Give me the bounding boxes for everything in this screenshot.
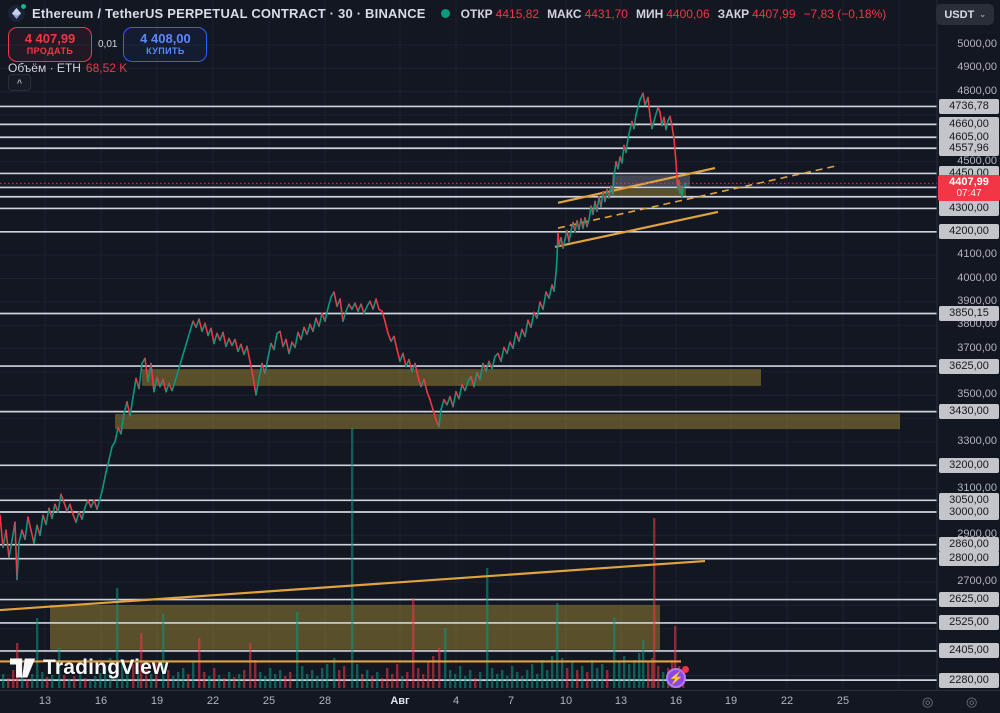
- time-tick-label: 22: [780, 695, 794, 707]
- close-label: ЗАКР: [717, 6, 750, 21]
- price-axis-target-icon[interactable]: ◎: [966, 694, 977, 710]
- tradingview-watermark[interactable]: TradingView: [10, 656, 169, 680]
- time-axis-target-icon[interactable]: ◎: [922, 694, 933, 710]
- price-gridline-label: 3300,00: [957, 434, 997, 447]
- spread-value: 0,01: [98, 39, 118, 50]
- buy-price: 4 408,00: [140, 31, 191, 47]
- symbol-title[interactable]: Ethereum / TetherUS PERPETUAL CONTRACT ·…: [32, 6, 426, 21]
- sell-button[interactable]: 4 407,99 ПРОДАТЬ: [8, 27, 92, 62]
- buy-button[interactable]: 4 408,00 КУПИТЬ: [123, 27, 208, 62]
- exchange-status-dot: [20, 3, 27, 10]
- chart-canvas[interactable]: [0, 0, 1000, 713]
- change-value: −7,83 (−0,18%): [803, 6, 887, 21]
- price-level-label: 2860,00: [939, 537, 999, 553]
- price-level-label: 3200,00: [939, 457, 999, 473]
- sell-label: ПРОДАТЬ: [26, 45, 74, 56]
- time-tick-label: 13: [38, 695, 52, 707]
- volume-label: Объём · ETH: [8, 61, 81, 75]
- price-level-label: 2405,00: [939, 643, 999, 659]
- time-tick-label: 28: [318, 695, 332, 707]
- ethereum-icon[interactable]: [8, 3, 27, 22]
- sticker-alert-dot: [682, 666, 689, 673]
- sell-price: 4 407,99: [24, 31, 76, 47]
- price-gridline-label: 3100,00: [957, 481, 997, 494]
- time-tick-label: 22: [206, 695, 220, 707]
- time-tick-label: 16: [94, 695, 108, 707]
- price-level-label: 2625,00: [939, 592, 999, 608]
- price-gridline-label: 4800,00: [957, 84, 997, 97]
- low-value: 4400,06: [666, 6, 710, 21]
- collapse-panel-button[interactable]: ^: [8, 74, 31, 91]
- chevron-down-icon: ⌄: [979, 10, 986, 19]
- time-tick-label: 13: [614, 695, 628, 707]
- price-gridline-label: 4100,00: [957, 248, 997, 261]
- bar-countdown: 07:47: [956, 188, 982, 200]
- high-value: 4431,70: [584, 6, 628, 21]
- buy-label: КУПИТЬ: [146, 45, 185, 56]
- price-level-label: 3430,00: [939, 404, 999, 420]
- ohlc-row: ОТКР 4415,82 МАКС 4431,70 МИН 4400,06 ЗА…: [461, 7, 887, 21]
- close-value: 4407,99: [752, 6, 796, 21]
- watermark-text: TradingView: [43, 656, 169, 679]
- market-status-dot[interactable]: [440, 9, 450, 18]
- price-gridline-label: 3500,00: [957, 388, 997, 401]
- price-level-label: 4300,00: [939, 200, 999, 216]
- open-label: ОТКР: [460, 6, 493, 21]
- volume-legend[interactable]: Объём · ETH 68,52 K: [8, 61, 127, 75]
- time-tick-label: 19: [724, 695, 738, 707]
- price-gridline-label: 4000,00: [957, 271, 997, 284]
- time-axis[interactable]: 13 16 19 22 25 28 Авг 4 7 10 13 16 19 22 25 ◎ ◎: [0, 690, 1000, 713]
- time-tick-label: 16: [669, 695, 683, 707]
- price-level-label: 4736,78: [939, 98, 999, 114]
- lightning-bolt-icon: ⚡: [668, 671, 684, 685]
- tradingview-logo-icon: [10, 658, 36, 678]
- currency-label: USDT: [944, 8, 975, 21]
- price-level-label: 2800,00: [939, 551, 999, 567]
- current-price-value: 4407,99: [949, 176, 989, 189]
- price-axis[interactable]: 5000,00 4900,00 4800,00 4500,00 4100,00 4000,…: [938, 0, 1000, 690]
- price-level-label: 4557,96: [939, 140, 999, 156]
- trade-panel: 4 407,99 ПРОДАТЬ 0,01 4 408,00 КУПИТЬ: [8, 27, 208, 62]
- time-tick-label: 7: [507, 695, 515, 707]
- price-level-label: 2280,00: [939, 672, 999, 688]
- currency-selector-button[interactable]: USDT ⌄: [936, 4, 994, 25]
- price-level-label: 2525,00: [939, 615, 999, 631]
- high-label: МАКС: [547, 6, 582, 21]
- price-gridline-label: 4500,00: [957, 154, 997, 167]
- time-tick-label: 25: [262, 695, 276, 707]
- price-level-label: 3850,15: [939, 305, 999, 321]
- price-level-label: 4200,00: [939, 224, 999, 240]
- price-level-label: 3625,00: [939, 358, 999, 374]
- price-gridline-label: 4900,00: [957, 61, 997, 74]
- open-value: 4415,82: [495, 6, 540, 21]
- low-label: МИН: [635, 6, 664, 21]
- time-tick-label: 4: [452, 695, 460, 707]
- lightning-sticker-icon[interactable]: ⚡: [666, 666, 689, 690]
- time-tick-label: 10: [559, 695, 573, 707]
- time-tick-label: 19: [150, 695, 164, 707]
- time-tick-label: 25: [836, 695, 850, 707]
- tradingview-chart-window: Ethereum / TetherUS PERPETUAL CONTRACT ·…: [0, 0, 1000, 713]
- volume-value: 68,52 K: [85, 61, 128, 75]
- price-gridline-label: 2700,00: [957, 575, 997, 588]
- price-gridline-label: 5000,00: [957, 38, 997, 50]
- symbol-header: Ethereum / TetherUS PERPETUAL CONTRACT ·…: [8, 3, 887, 22]
- current-price-label: 4407,99 07:47: [938, 175, 1000, 202]
- price-level-label: 3000,00: [939, 504, 999, 520]
- time-tick-label: Авг: [390, 695, 410, 707]
- price-gridline-label: 3700,00: [957, 341, 997, 354]
